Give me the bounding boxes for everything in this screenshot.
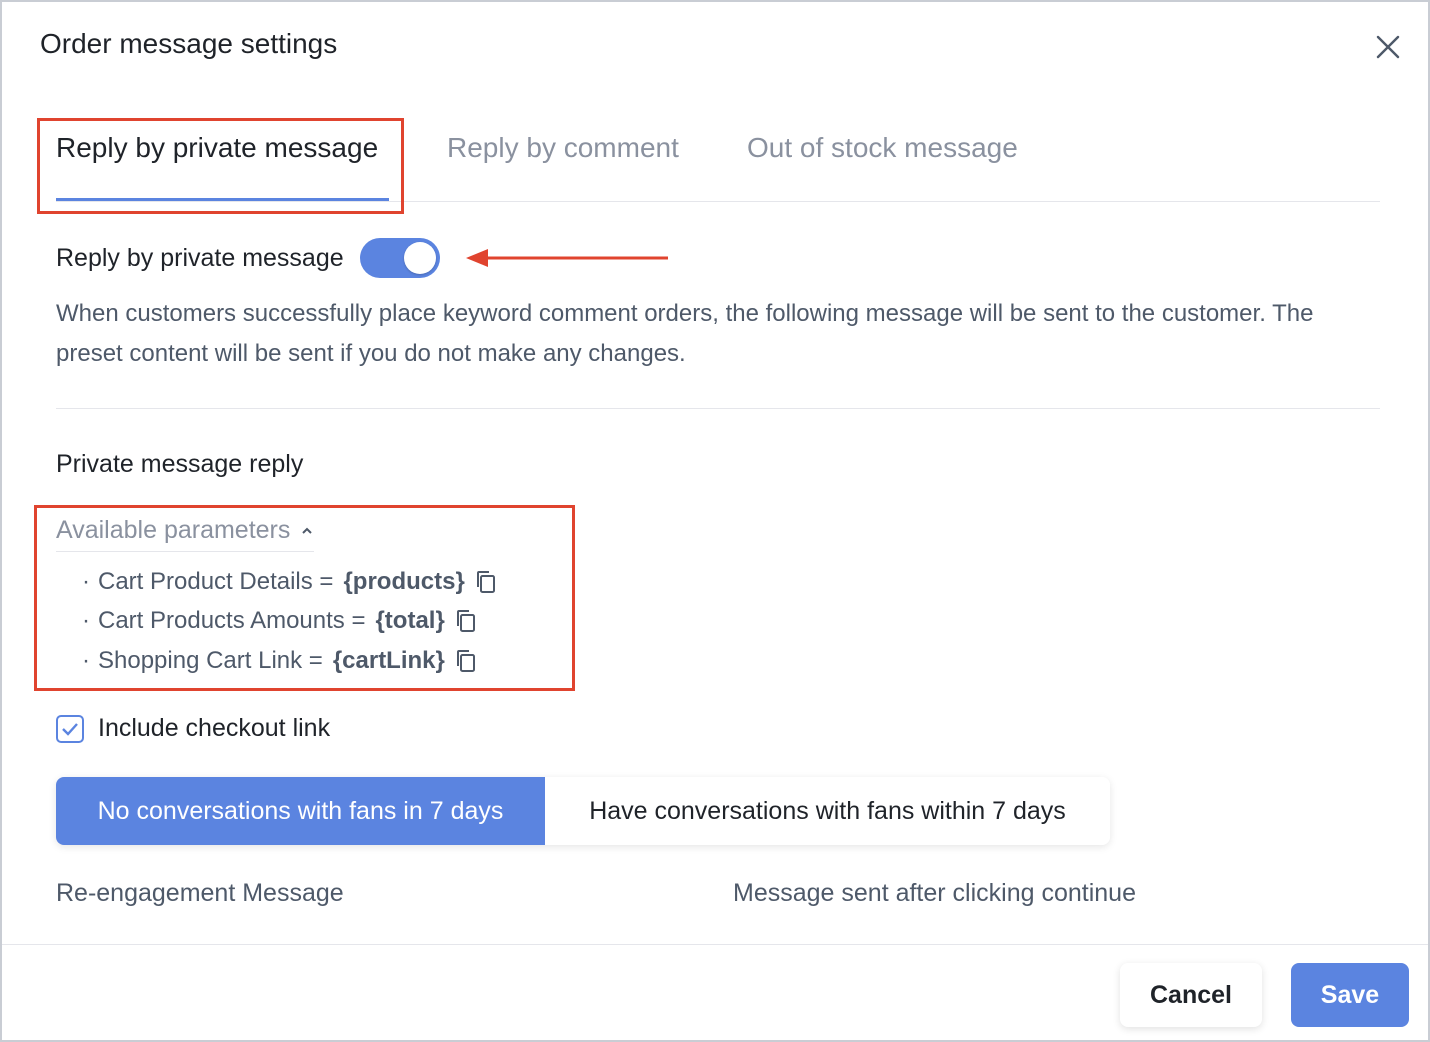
- toggle-label: Reply by private message: [56, 243, 344, 272]
- tab-reply-by-comment[interactable]: Reply by comment: [447, 132, 679, 164]
- tab-highlight-box: [37, 118, 404, 214]
- segment-have-conversations[interactable]: Have conversations with fans within 7 da…: [545, 777, 1110, 845]
- private-message-toggle-row: Reply by private message: [56, 238, 440, 278]
- dialog-title: Order message settings: [40, 28, 338, 59]
- re-engagement-message-label: Re-engagement Message: [56, 879, 344, 907]
- footer-divider: [2, 944, 1428, 945]
- cancel-button[interactable]: Cancel: [1120, 963, 1262, 1027]
- include-checkout-link-row: Include checkout link: [56, 714, 330, 743]
- include-checkout-label: Include checkout link: [98, 714, 331, 742]
- close-icon[interactable]: [1374, 32, 1402, 62]
- toggle-description: When customers successfully place keywor…: [56, 300, 1314, 367]
- arrow-left-icon: [466, 249, 668, 267]
- save-button[interactable]: Save: [1291, 963, 1409, 1027]
- tab-out-of-stock-message[interactable]: Out of stock message: [747, 132, 1018, 164]
- include-checkout-checkbox[interactable]: [56, 714, 84, 743]
- order-message-settings-dialog: Order message settings Reply by private …: [0, 0, 1430, 1042]
- segment-no-conversations[interactable]: No conversations with fans in 7 days: [56, 777, 545, 845]
- conversation-segmented-control: No conversations with fans in 7 days Hav…: [56, 777, 1110, 845]
- checkmark-icon: [62, 722, 78, 736]
- private-message-toggle[interactable]: [359, 238, 440, 278]
- private-message-reply-title: Private message reply: [56, 450, 304, 478]
- message-after-continue-label: Message sent after clicking continue: [733, 879, 1136, 907]
- parameters-highlight-box: [34, 505, 575, 691]
- toggle-knob: [403, 242, 436, 274]
- section-divider: [56, 408, 1380, 409]
